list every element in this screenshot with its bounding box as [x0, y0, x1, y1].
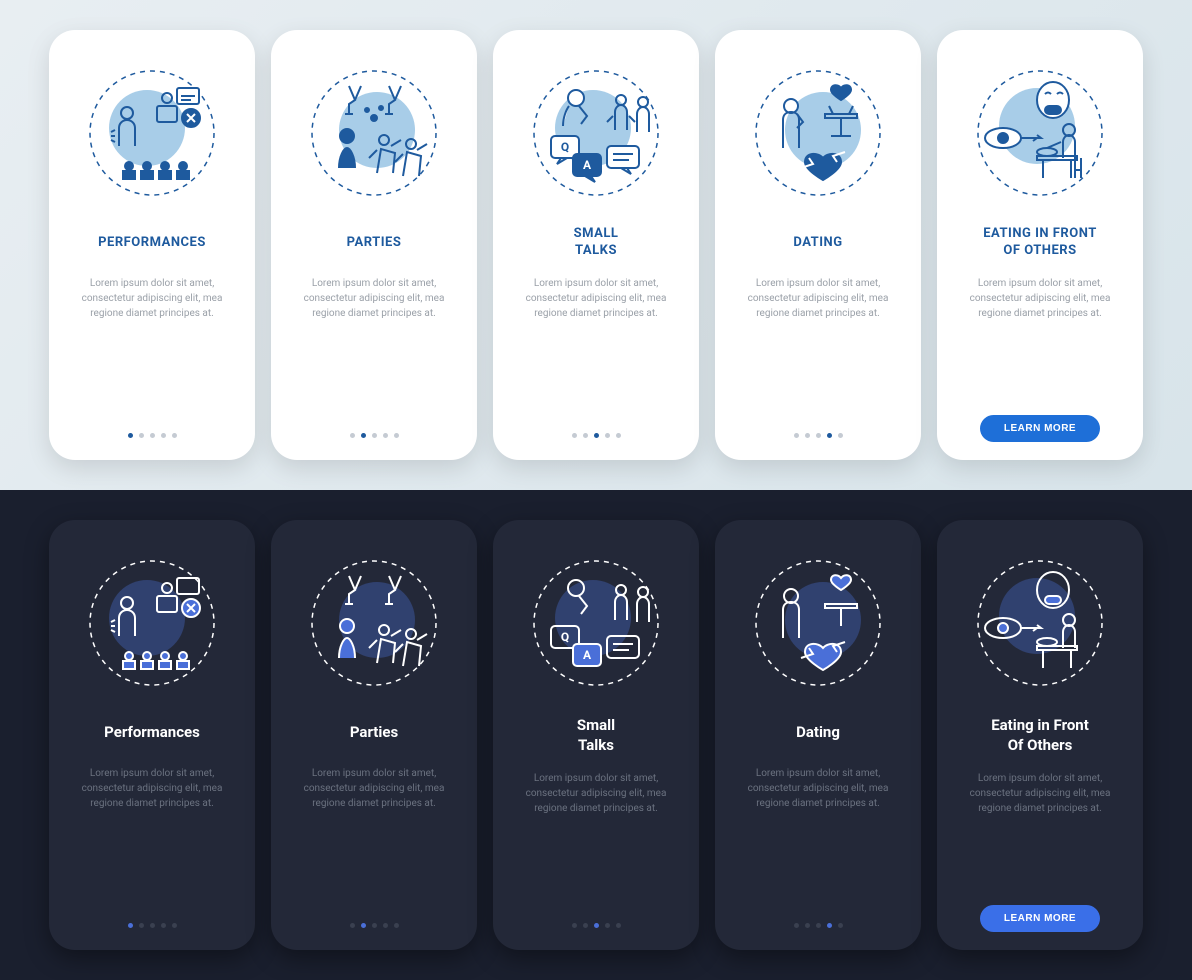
onboarding-card-small-talks: Q A Small Talks Lorem ipsum dolor sit am… — [493, 520, 699, 950]
card-title: Dating — [796, 716, 840, 750]
illustration-performances — [77, 548, 227, 698]
onboarding-card-parties: PARTIES Lorem ipsum dolor sit amet, cons… — [271, 30, 477, 460]
dot[interactable] — [805, 923, 810, 928]
dot[interactable] — [594, 923, 599, 928]
dot[interactable] — [394, 923, 399, 928]
card-desc: Lorem ipsum dolor sit amet, consectetur … — [951, 276, 1129, 321]
dot[interactable] — [805, 433, 810, 438]
page-indicator — [128, 433, 177, 438]
card-title: Parties — [350, 716, 398, 750]
learn-more-button[interactable]: LEARN MORE — [980, 415, 1100, 442]
onboarding-card-dating: DATING Lorem ipsum dolor sit amet, conse… — [715, 30, 921, 460]
dot[interactable] — [150, 433, 155, 438]
page-indicator — [350, 433, 399, 438]
dot[interactable] — [605, 923, 610, 928]
dot[interactable] — [383, 923, 388, 928]
dot[interactable] — [383, 433, 388, 438]
dot[interactable] — [128, 923, 133, 928]
dot[interactable] — [794, 433, 799, 438]
svg-text:A: A — [583, 158, 592, 172]
dot[interactable] — [838, 433, 843, 438]
dot[interactable] — [816, 433, 821, 438]
card-title: Eating in Front Of Others — [991, 716, 1089, 755]
card-title: PERFORMANCES — [98, 226, 206, 260]
card-desc: Lorem ipsum dolor sit amet, consectetur … — [729, 276, 907, 321]
dot[interactable] — [594, 433, 599, 438]
card-desc: Lorem ipsum dolor sit amet, consectetur … — [729, 766, 907, 811]
light-section: PERFORMANCES Lorem ipsum dolor sit amet,… — [0, 0, 1192, 490]
learn-more-button[interactable]: LEARN MORE — [980, 905, 1100, 932]
onboarding-card-dating: Dating Lorem ipsum dolor sit amet, conse… — [715, 520, 921, 950]
dot[interactable] — [372, 923, 377, 928]
dot[interactable] — [172, 433, 177, 438]
illustration-eating — [965, 548, 1115, 698]
onboarding-card-performances: PERFORMANCES Lorem ipsum dolor sit amet,… — [49, 30, 255, 460]
card-title: Small Talks — [577, 716, 615, 755]
dot[interactable] — [172, 923, 177, 928]
card-desc: Lorem ipsum dolor sit amet, consectetur … — [63, 276, 241, 321]
dot[interactable] — [605, 433, 610, 438]
dot[interactable] — [361, 923, 366, 928]
dot[interactable] — [616, 923, 621, 928]
dot[interactable] — [350, 923, 355, 928]
dot[interactable] — [583, 433, 588, 438]
dot[interactable] — [161, 433, 166, 438]
illustration-parties — [299, 58, 449, 208]
dot[interactable] — [161, 923, 166, 928]
dot[interactable] — [361, 433, 366, 438]
dot[interactable] — [816, 923, 821, 928]
svg-text:Q: Q — [561, 140, 569, 154]
card-title: Performances — [104, 716, 200, 750]
card-title: SMALL TALKS — [574, 226, 619, 260]
svg-text:A: A — [583, 648, 592, 662]
card-title: EATING IN FRONT OF OTHERS — [983, 226, 1097, 260]
dot[interactable] — [139, 433, 144, 438]
dot[interactable] — [572, 433, 577, 438]
dot[interactable] — [139, 923, 144, 928]
card-desc: Lorem ipsum dolor sit amet, consectetur … — [285, 766, 463, 811]
dot[interactable] — [394, 433, 399, 438]
page-indicator — [350, 923, 399, 928]
illustration-parties — [299, 548, 449, 698]
page-indicator — [572, 923, 621, 928]
illustration-dating — [743, 548, 893, 698]
illustration-dating — [743, 58, 893, 208]
card-desc: Lorem ipsum dolor sit amet, consectetur … — [951, 771, 1129, 816]
illustration-small-talks: Q A — [521, 58, 671, 208]
onboarding-card-parties: Parties Lorem ipsum dolor sit amet, cons… — [271, 520, 477, 950]
dot[interactable] — [827, 433, 832, 438]
dot[interactable] — [350, 433, 355, 438]
card-desc: Lorem ipsum dolor sit amet, consectetur … — [285, 276, 463, 321]
page-indicator — [128, 923, 177, 928]
dot[interactable] — [794, 923, 799, 928]
dot[interactable] — [150, 923, 155, 928]
onboarding-card-eating: EATING IN FRONT OF OTHERS Lorem ipsum do… — [937, 30, 1143, 460]
dot[interactable] — [372, 433, 377, 438]
card-title: PARTIES — [347, 226, 402, 260]
onboarding-card-performances: Performances Lorem ipsum dolor sit amet,… — [49, 520, 255, 950]
page-indicator — [572, 433, 621, 438]
dark-section: Performances Lorem ipsum dolor sit amet,… — [0, 490, 1192, 980]
onboarding-card-small-talks: Q A SMALL TALKS Lorem ipsum dolor sit am… — [493, 30, 699, 460]
card-desc: Lorem ipsum dolor sit amet, consectetur … — [507, 276, 685, 321]
card-desc: Lorem ipsum dolor sit amet, consectetur … — [507, 771, 685, 816]
dot[interactable] — [583, 923, 588, 928]
page-indicator — [794, 923, 843, 928]
dot[interactable] — [128, 433, 133, 438]
card-desc: Lorem ipsum dolor sit amet, consectetur … — [63, 766, 241, 811]
dot[interactable] — [827, 923, 832, 928]
dot[interactable] — [616, 433, 621, 438]
svg-text:Q: Q — [561, 630, 569, 644]
illustration-small-talks: Q A — [521, 548, 671, 698]
onboarding-card-eating: Eating in Front Of Others Lorem ipsum do… — [937, 520, 1143, 950]
dot[interactable] — [572, 923, 577, 928]
illustration-performances — [77, 58, 227, 208]
dot[interactable] — [838, 923, 843, 928]
page-indicator — [794, 433, 843, 438]
card-title: DATING — [793, 226, 842, 260]
illustration-eating — [965, 58, 1115, 208]
